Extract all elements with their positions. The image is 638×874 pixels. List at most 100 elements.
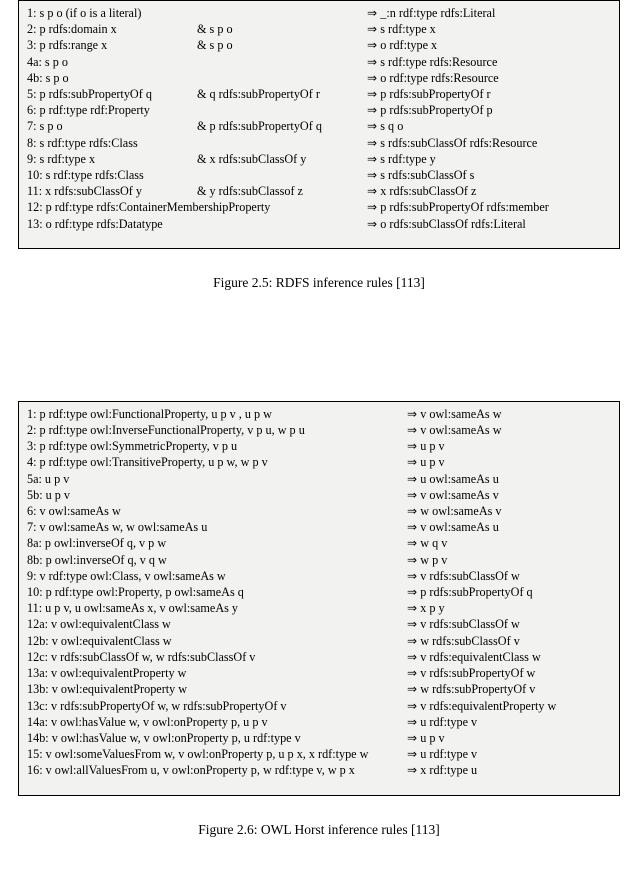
owl-rule-row: 9: v rdf:type owl:Class, v owl:sameAs wv… [27,568,611,584]
rule-conclusion: u rdf:type v [407,746,611,762]
rule-premise-1: 1: s p o (if o is a literal) [27,5,197,21]
rule-conclusion: s rdf:type x [367,21,611,37]
rule-conclusion: w p v [407,552,611,568]
rule-conclusion: v owl:sameAs u [407,519,611,535]
rule-conclusion: p rdfs:subPropertyOf rdfs:member [367,199,611,215]
rdfs-rule-row: 7: s p o& p rdfs:subPropertyOf qs q o [27,118,611,134]
rule-conclusion: s rdfs:subClassOf rdfs:Resource [367,135,611,151]
figure-2-6-caption: Figure 2.6: OWL Horst inference rules [1… [0,822,638,838]
rule-conclusion: v rdfs:equivalentClass w [407,649,611,665]
rdfs-rule-row: 4a: s p os rdf:type rdfs:Resource [27,54,611,70]
owl-rule-row: 5a: u p vu owl:sameAs u [27,471,611,487]
rule-premise: 5a: u p v [27,471,407,487]
rule-premise: 13a: v owl:equivalentProperty w [27,665,407,681]
rule-conclusion: _:n rdf:type rdfs:Literal [367,5,611,21]
rule-premise: 1: p rdf:type owl:FunctionalProperty, u … [27,406,407,422]
rule-conclusion: p rdfs:subPropertyOf p [367,102,611,118]
rule-conclusion: v rdfs:subClassOf w [407,616,611,632]
owl-rule-row: 15: v owl:someValuesFrom w, v owl:onProp… [27,746,611,762]
rule-conclusion: u p v [407,438,611,454]
rule-premise-1: 11: x rdfs:subClassOf y [27,183,197,199]
rule-premise-2 [197,216,367,232]
owl-rule-row: 13a: v owl:equivalentProperty wv rdfs:su… [27,665,611,681]
rule-premise: 16: v owl:allValuesFrom u, v owl:onPrope… [27,762,407,778]
rdfs-rule-row: 11: x rdfs:subClassOf y& y rdfs:subClass… [27,183,611,199]
rule-premise-1: 3: p rdfs:range x [27,37,197,53]
rdfs-rule-row: 8: s rdf:type rdfs:Class s rdfs:subClassO… [27,135,611,151]
owl-rule-row: 7: v owl:sameAs w, w owl:sameAs uv owl:s… [27,519,611,535]
rule-premise-2 [197,5,367,21]
rule-conclusion: w rdfs:subClassOf v [407,633,611,649]
owl-rule-row: 14a: v owl:hasValue w, v owl:onProperty … [27,714,611,730]
rule-premise: 9: v rdf:type owl:Class, v owl:sameAs w [27,568,407,584]
figure-2-5-box: 1: s p o (if o is a literal) _:n rdf:type… [18,0,620,249]
rule-premise: 5b: u p v [27,487,407,503]
owl-rule-row: 11: u p v, u owl:sameAs x, v owl:sameAs … [27,600,611,616]
rule-conclusion: w rdfs:subPropertyOf v [407,681,611,697]
rule-premise-1: 13: o rdf:type rdfs:Datatype [27,216,197,232]
figure-2-6-box: 1: p rdf:type owl:FunctionalProperty, u … [18,401,620,796]
rule-premise-1: 2: p rdfs:domain x [27,21,197,37]
rdfs-rule-row: 9: s rdf:type x& x rdfs:subClassOf ys rd… [27,151,611,167]
rule-conclusion: s rdf:type rdfs:Resource [367,54,611,70]
owl-rule-row: 13c: v rdfs:subPropertyOf w, w rdfs:subP… [27,698,611,714]
rule-premise: 3: p rdf:type owl:SymmetricProperty, v p… [27,438,407,454]
rule-premise: 13b: v owl:equivalentProperty w [27,681,407,697]
rdfs-rule-row: 2: p rdfs:domain x& s p os rdf:type x [27,21,611,37]
rule-conclusion: p rdfs:subPropertyOf r [367,86,611,102]
rule-conclusion: o rdf:type x [367,37,611,53]
rule-premise: 8a: p owl:inverseOf q, v p w [27,535,407,551]
owl-rule-row: 10: p rdf:type owl:Property, p owl:sameA… [27,584,611,600]
rule-premise-2: & q rdfs:subPropertyOf r [197,86,367,102]
rdfs-rule-row: 12: p rdf:type rdfs:ContainerMembershipP… [27,199,611,215]
rule-premise-2: & p rdfs:subPropertyOf q [197,118,367,134]
rule-premise-2: & x rdfs:subClassOf y [197,151,367,167]
rule-conclusion: v rdfs:equivalentProperty w [407,698,611,714]
owl-rule-row: 12c: v rdfs:subClassOf w, w rdfs:subClas… [27,649,611,665]
rule-premise-1: 4b: s p o [27,70,197,86]
rule-premise: 13c: v rdfs:subPropertyOf w, w rdfs:subP… [27,698,407,714]
rule-conclusion: x rdf:type u [407,762,611,778]
rule-premise: 15: v owl:someValuesFrom w, v owl:onProp… [27,746,407,762]
rule-premise: 8b: p owl:inverseOf q, v q w [27,552,407,568]
rule-conclusion: w owl:sameAs v [407,503,611,519]
rule-premise: 10: p rdf:type owl:Property, p owl:sameA… [27,584,407,600]
rule-conclusion: u rdf:type v [407,714,611,730]
rule-premise-1: 6: p rdf:type rdf:Property [27,102,197,118]
owl-rule-row: 3: p rdf:type owl:SymmetricProperty, v p… [27,438,611,454]
owl-rule-row: 14b: v owl:hasValue w, v owl:onProperty … [27,730,611,746]
figure-2-5-caption: Figure 2.5: RDFS inference rules [113] [0,275,638,291]
rule-conclusion: w q v [407,535,611,551]
rule-conclusion: v owl:sameAs w [407,406,611,422]
rule-premise: 14a: v owl:hasValue w, v owl:onProperty … [27,714,407,730]
rule-premise-2 [197,102,367,118]
rule-conclusion: u owl:sameAs u [407,471,611,487]
rule-conclusion: u p v [407,730,611,746]
rule-conclusion: x p y [407,600,611,616]
rule-premise-1: 5: p rdfs:subPropertyOf q [27,86,197,102]
rule-premise-2: & s p o [197,37,367,53]
rdfs-rule-row: 13: o rdf:type rdfs:Datatypeo rdfs:subCl… [27,216,611,232]
owl-rule-row: 4: p rdf:type owl:TransitiveProperty, u … [27,454,611,470]
owl-rule-row: 2: p rdf:type owl:InverseFunctionalPrope… [27,422,611,438]
rule-premise-1: 7: s p o [27,118,197,134]
rule-conclusion: u p v [407,454,611,470]
rule-premise: 12c: v rdfs:subClassOf w, w rdfs:subClas… [27,649,407,665]
owl-rule-row: 13b: v owl:equivalentProperty ww rdfs:su… [27,681,611,697]
rule-conclusion: v rdfs:subClassOf w [407,568,611,584]
rdfs-rule-row: 4b: s p o o rdf:type rdfs:Resource [27,70,611,86]
rule-conclusion: p rdfs:subPropertyOf q [407,584,611,600]
rule-conclusion: o rdf:type rdfs:Resource [367,70,611,86]
rule-premise-1: 10: s rdf:type rdfs:Class [27,167,197,183]
rdfs-rule-row: 5: p rdfs:subPropertyOf q& q rdfs:subPro… [27,86,611,102]
rule-premise: 7: v owl:sameAs w, w owl:sameAs u [27,519,407,535]
rule-premise: 12: p rdf:type rdfs:ContainerMembershipP… [27,199,367,215]
rule-premise-2 [197,70,367,86]
rule-premise: 2: p rdf:type owl:InverseFunctionalPrope… [27,422,407,438]
rule-conclusion: s rdf:type y [367,151,611,167]
rule-premise-1: 8: s rdf:type rdfs:Class [27,135,197,151]
rule-premise: 4: p rdf:type owl:TransitiveProperty, u … [27,454,407,470]
rdfs-rule-row: 10: s rdf:type rdfs:Classs rdfs:subClass… [27,167,611,183]
rule-conclusion: v rdfs:subPropertyOf w [407,665,611,681]
rule-premise-1: 9: s rdf:type x [27,151,197,167]
